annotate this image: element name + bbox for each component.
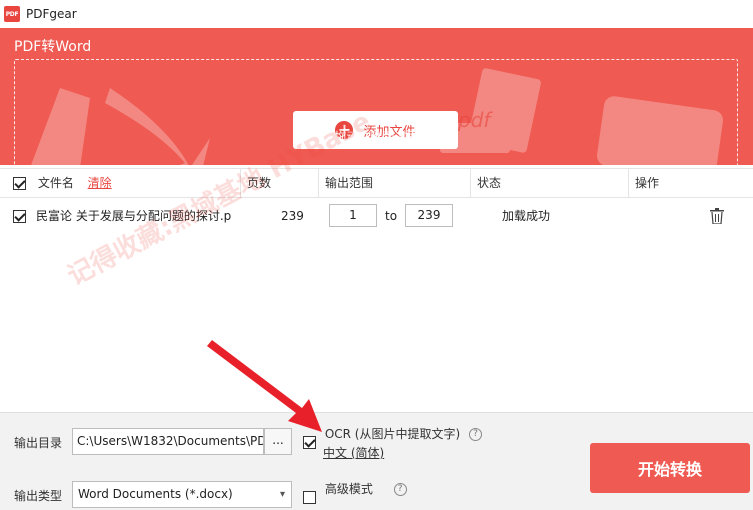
- advanced-option: 高级模式 ?: [303, 482, 407, 505]
- start-convert-button[interactable]: 开始转换: [590, 443, 750, 493]
- column-range: 输出范围: [318, 169, 470, 198]
- output-dir-field[interactable]: C:\Users\W1832\Documents\PDFgear: [72, 428, 264, 455]
- app-window: PDF PDFgear PDF转Word pdf + 添加文件 拖动文件到这里 …: [0, 0, 753, 510]
- page-count: 239: [281, 209, 304, 223]
- range-from-input[interactable]: 1: [329, 204, 377, 227]
- column-pages: 页数: [240, 169, 318, 198]
- chevron-down-icon: ▾: [279, 489, 285, 500]
- file-name: 民富论 关于发展与分配问题的探讨.p: [36, 209, 232, 223]
- table-row: 民富论 关于发展与分配问题的探讨.p 239 1 to 239 加载成功: [0, 200, 753, 232]
- app-logo: PDF: [4, 6, 20, 22]
- ocr-label: OCR (从图片中提取文字): [324, 427, 461, 441]
- row-checkbox-cell: [13, 200, 26, 232]
- column-status: 状态: [470, 169, 628, 198]
- status-text: 加载成功: [502, 209, 551, 223]
- ocr-language-link[interactable]: 中文 (简体): [323, 444, 384, 461]
- drop-hint: 拖动文件到这里: [334, 130, 419, 144]
- page-title: PDF转Word: [14, 39, 92, 55]
- output-type-value: Word Documents (*.docx): [78, 487, 233, 501]
- clear-link[interactable]: 清除: [88, 176, 112, 190]
- file-table-header: 文件名 清除 页数 输出范围 状态 操作: [0, 168, 753, 198]
- output-type-select[interactable]: Word Documents (*.docx) ▾: [72, 481, 292, 508]
- settings-panel: 输出目录 C:\Users\W1832\Documents\PDFgear ..…: [0, 412, 753, 510]
- browse-button[interactable]: ...: [264, 428, 292, 455]
- ocr-checkbox[interactable]: [303, 436, 316, 449]
- range-to-input[interactable]: 239: [405, 204, 453, 227]
- help-icon[interactable]: ?: [393, 483, 407, 496]
- column-actions: 操作: [628, 169, 753, 198]
- trash-icon[interactable]: [710, 208, 724, 224]
- advanced-mode-label: 高级模式: [324, 482, 373, 496]
- title-bar: PDF PDFgear: [0, 0, 753, 28]
- filename-header: 文件名: [37, 176, 74, 190]
- advanced-mode-checkbox[interactable]: [303, 491, 316, 504]
- select-all-checkbox[interactable]: [13, 177, 26, 190]
- decorative-arrow-icon: [31, 88, 210, 165]
- help-icon[interactable]: ?: [469, 428, 482, 441]
- output-dir-label: 输出目录: [14, 436, 63, 450]
- row-checkbox[interactable]: [13, 210, 26, 223]
- app-title: PDFgear: [26, 7, 77, 21]
- decorative-folder-icon: [597, 96, 723, 165]
- output-type-label: 输出类型: [14, 489, 63, 503]
- conversion-banner: PDF转Word pdf + 添加文件 拖动文件到这里: [0, 28, 753, 165]
- range-to-label: to: [385, 209, 398, 223]
- column-filename: 文件名 清除: [0, 169, 240, 198]
